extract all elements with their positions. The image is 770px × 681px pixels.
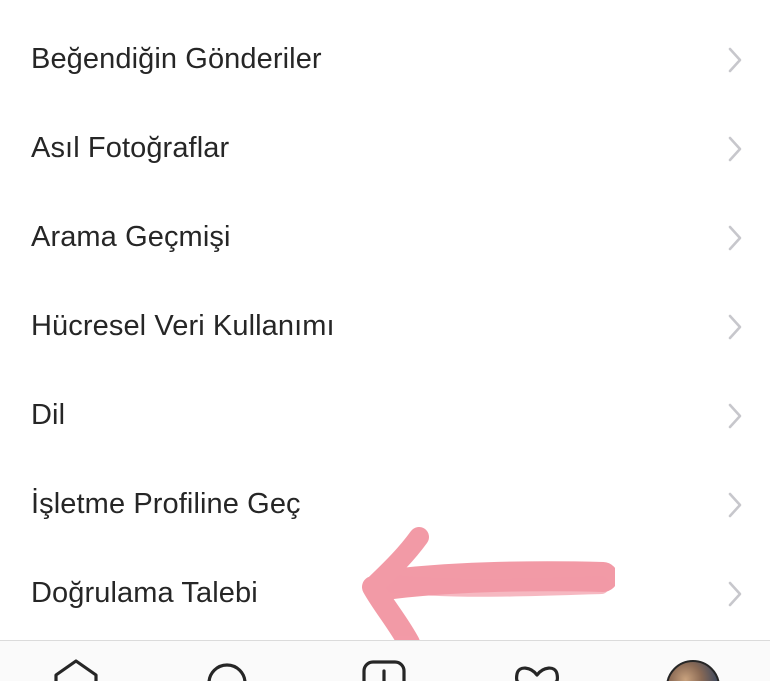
menu-item-label: İşletme Profiline Geç (31, 488, 301, 520)
chevron-right-icon (728, 136, 742, 161)
menu-item-label: Dil (31, 399, 66, 431)
menu-item-liked-posts[interactable]: Beğendiğin Gönderiler (0, 15, 770, 104)
tab-new-post[interactable] (344, 641, 424, 681)
heart-icon (514, 666, 560, 681)
menu-item-switch-to-business[interactable]: İşletme Profiline Geç (0, 460, 770, 549)
menu-item-language[interactable]: Dil (0, 371, 770, 460)
home-icon (54, 659, 98, 681)
menu-item-label: Doğrulama Talebi (31, 577, 258, 609)
chevron-right-icon (728, 225, 742, 250)
menu-item-label: Asıl Fotoğraflar (31, 132, 230, 164)
chevron-right-icon (728, 492, 742, 517)
tab-activity[interactable] (497, 641, 577, 681)
menu-item-search-history[interactable]: Arama Geçmişi (0, 193, 770, 282)
profile-avatar (666, 660, 720, 681)
chevron-right-icon (728, 47, 742, 72)
chevron-right-icon (728, 314, 742, 339)
settings-menu: Beğendiğin Gönderiler Asıl Fotoğraflar A… (0, 15, 770, 638)
tab-home[interactable] (36, 641, 116, 681)
menu-item-original-photos[interactable]: Asıl Fotoğraflar (0, 104, 770, 193)
settings-screen: Beğendiğin Gönderiler Asıl Fotoğraflar A… (0, 0, 770, 681)
menu-item-label: Beğendiğin Gönderiler (31, 43, 322, 75)
menu-item-request-verification[interactable]: Doğrulama Talebi (0, 549, 770, 638)
chevron-right-icon (728, 581, 742, 606)
add-post-icon (362, 660, 406, 681)
search-icon (207, 663, 247, 681)
tab-search[interactable] (187, 641, 267, 681)
menu-item-label: Hücresel Veri Kullanımı (31, 310, 335, 342)
chevron-right-icon (728, 403, 742, 428)
bottom-tab-bar (0, 640, 770, 681)
menu-item-label: Arama Geçmişi (31, 221, 231, 253)
menu-item-cellular-data-use[interactable]: Hücresel Veri Kullanımı (0, 282, 770, 371)
tab-profile[interactable] (652, 641, 732, 681)
